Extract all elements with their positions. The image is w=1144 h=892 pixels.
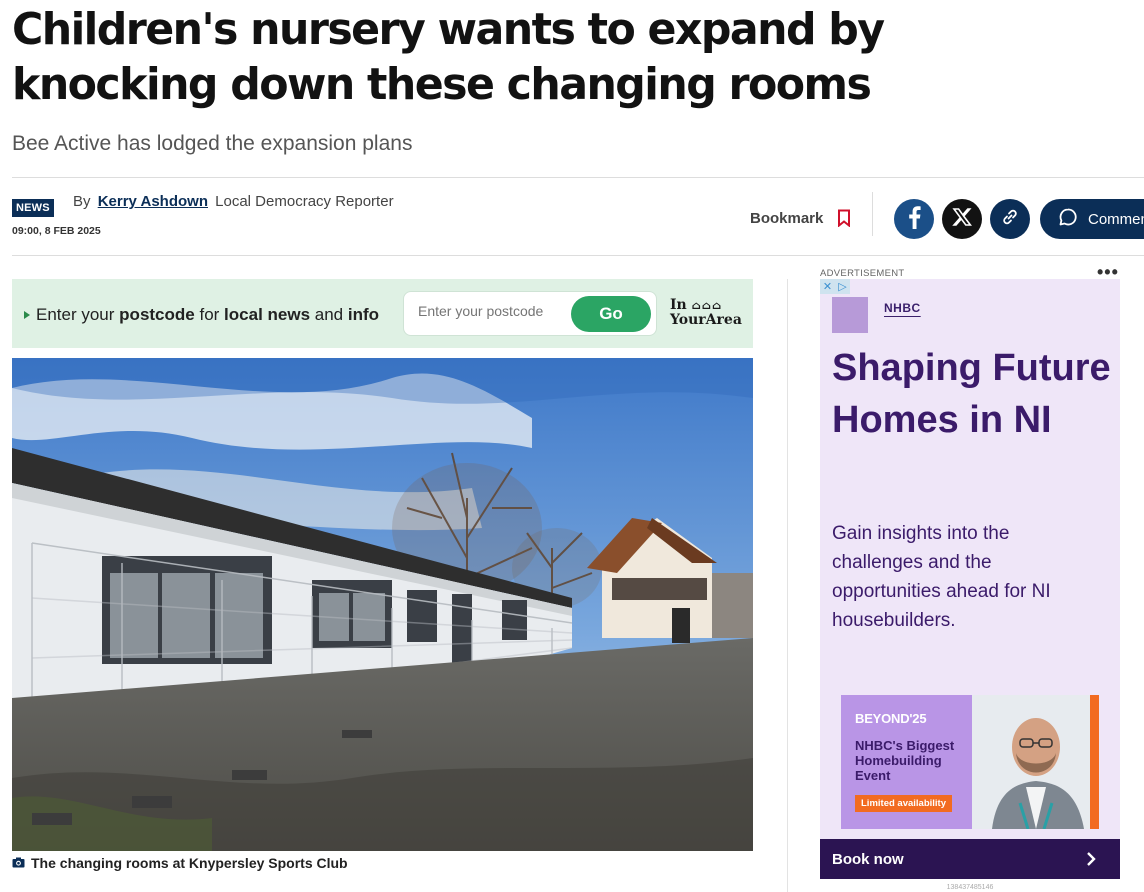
ad-info-icon[interactable]: ▷ (835, 279, 850, 294)
inyourarea-logo[interactable]: In ⌂⌂⌂ YourArea (670, 298, 746, 328)
author-role: Local Democracy Reporter (215, 193, 394, 210)
ad-id: 138437485146 (946, 884, 994, 891)
postcode-prompt-mid1: for (199, 305, 220, 324)
facebook-share-button[interactable] (894, 199, 934, 239)
chevron-right-icon (1086, 851, 1096, 871)
ad-person-photo (972, 695, 1099, 829)
ad-brand-name[interactable]: NHBC (884, 301, 921, 315)
ad-choices[interactable]: ✕ ▷ (820, 279, 850, 294)
postcode-input[interactable] (418, 303, 568, 319)
column-divider (787, 279, 788, 892)
inyourarea-logo-line2: YourArea (670, 312, 742, 328)
postcode-prompt-prefix: Enter your (36, 305, 115, 324)
ad-cta-label: Book now (832, 850, 904, 868)
article-headline: Children's nursery wants to expand by kn… (12, 4, 885, 110)
divider-byline (12, 255, 1144, 256)
byline-row: NEWS By Kerry Ashdown Local Democracy Re… (12, 190, 1144, 250)
postcode-widget: Enter your postcode for local news and i… (12, 279, 753, 348)
byline-by: By (73, 193, 91, 210)
article-standfirst: Bee Active has lodged the expansion plan… (12, 132, 413, 155)
changing-rooms-photo (12, 358, 753, 851)
ad-banner-badge: Limited availability (855, 795, 952, 812)
postcode-go-button[interactable]: Go (571, 296, 651, 332)
link-icon (1000, 207, 1020, 232)
ad-brand-logo (832, 297, 868, 333)
postcode-prompt: Enter your postcode for local news and i… (36, 305, 379, 325)
inyourarea-logo-line1: In ⌂⌂⌂ (670, 297, 723, 313)
category-badge[interactable]: NEWS (12, 199, 54, 217)
toolbar-divider (872, 192, 873, 236)
photo-caption: The changing rooms at Knypersley Sports … (12, 855, 348, 871)
postcode-prompt-kw2: local news (224, 305, 311, 324)
camera-icon (12, 855, 25, 871)
arrow-right-icon (24, 311, 30, 319)
bookmark-button[interactable]: Bookmark (750, 209, 851, 227)
comments-button[interactable]: Comments (1040, 199, 1144, 239)
ad-label: ADVERTISEMENT (820, 268, 905, 279)
postcode-prompt-kw1: postcode (119, 305, 195, 324)
postcode-prompt-kw3: info (347, 305, 380, 324)
postcode-prompt-mid2: and (314, 305, 344, 324)
x-share-button[interactable] (942, 199, 982, 239)
publish-date: 09:00, 8 FEB 2025 (12, 225, 101, 237)
bookmark-label: Bookmark (750, 209, 824, 227)
comment-icon (1058, 207, 1078, 231)
ad-banner[interactable]: BEYOND'25 NHBC's Biggest Homebuilding Ev… (841, 695, 1099, 829)
author-link[interactable]: Kerry Ashdown (98, 193, 208, 210)
bookmark-icon (837, 209, 851, 227)
ad-book-now-button[interactable]: Book now (820, 839, 1120, 879)
ad-headline: Shaping Future Homes in NI (832, 347, 1111, 441)
ad-body: Gain insights into the challenges and th… (832, 523, 1051, 631)
comments-label: Comments (1088, 210, 1144, 228)
ad-banner-text: NHBC's Biggest Homebuilding Event (855, 738, 955, 783)
facebook-icon (906, 205, 922, 234)
article-photo[interactable] (12, 358, 753, 851)
divider-top (12, 177, 1144, 178)
copy-link-button[interactable] (990, 199, 1030, 239)
photo-caption-text: The changing rooms at Knypersley Sports … (31, 855, 348, 871)
ad-banner-title: BEYOND'25 (855, 711, 927, 726)
advertisement[interactable]: ✕ ▷ NHBC Shaping Future Homes in NI Gain… (820, 279, 1120, 879)
byline: By Kerry Ashdown Local Democracy Reporte… (73, 193, 394, 210)
x-icon (952, 207, 973, 232)
ad-close-icon[interactable]: ✕ (820, 279, 835, 294)
postcode-form: Go (403, 291, 657, 336)
